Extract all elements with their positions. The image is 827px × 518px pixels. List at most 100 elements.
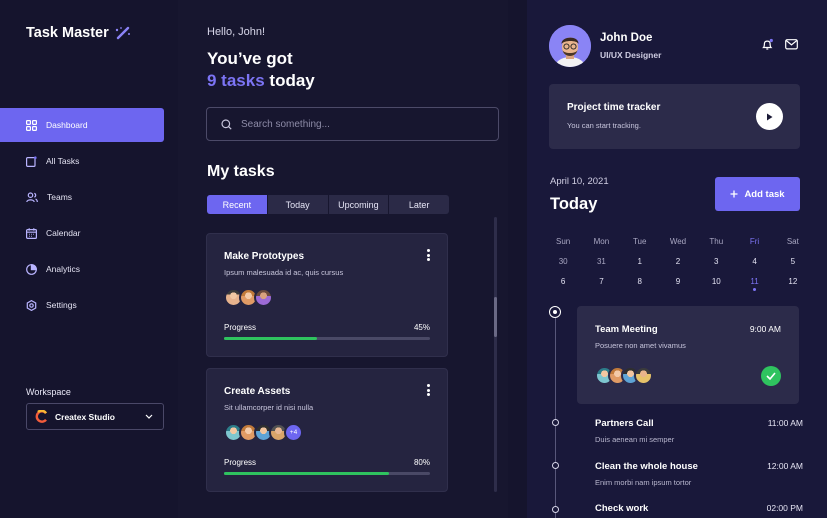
event-item[interactable]: Partners Call 11:00 AM Duis aenean mi se… <box>595 418 803 444</box>
search-bar[interactable] <box>206 107 499 141</box>
chevron-down-icon <box>145 414 153 419</box>
progress-value: 45% <box>413 323 430 332</box>
event-subtitle: Enim morbi nam ipsum tortor <box>595 478 692 487</box>
sidebar-item-calendar[interactable]: Calendar <box>0 216 164 250</box>
week-calendar: Sun Mon Tue Wed Thu Fri Sat 30 31 1 2 3 … <box>544 231 812 291</box>
app-frame: Task Master Dashboard All Tasks Teams Ca… <box>0 0 827 518</box>
done-check-icon[interactable] <box>761 366 781 386</box>
sidebar-nav: Dashboard All Tasks Teams Calendar Analy… <box>0 108 164 324</box>
task-card[interactable]: Create Assets Sit ullamcorper id nisi nu… <box>206 368 448 492</box>
task-subtitle: Ipsum malesuada id ac, quis cursus <box>224 268 344 277</box>
calendar-day-selected[interactable]: 11 <box>735 277 773 291</box>
createx-logo-icon <box>35 410 48 423</box>
workspace-select[interactable]: Createx Studio <box>26 403 164 430</box>
sidebar-item-label: Calendar <box>46 228 81 238</box>
main-panel: Hello, John! You’ve got 9 tasks today My… <box>178 0 508 518</box>
app-logo[interactable]: Task Master <box>26 25 131 41</box>
weekday-label: Wed <box>669 236 687 246</box>
sidebar-item-label: Teams <box>47 192 73 202</box>
user-name: John Doe <box>600 32 653 44</box>
calendar-day[interactable]: 10 <box>697 277 735 286</box>
more-options-icon[interactable] <box>426 384 430 396</box>
weekday-row: Sun Mon Tue Wed Thu Fri Sat <box>544 231 812 251</box>
sidebar-item-label: Settings <box>46 300 77 310</box>
event-attendees <box>595 366 653 385</box>
profile-avatar[interactable] <box>549 25 591 67</box>
scrollbar-thumb[interactable] <box>494 297 497 337</box>
headline-line1: You’ve got <box>207 49 293 68</box>
calendar-day[interactable]: 6 <box>544 277 582 286</box>
sidebar-item-settings[interactable]: Settings <box>0 288 164 322</box>
tasks-icon <box>26 155 37 167</box>
timeline-node <box>551 462 559 469</box>
task-members: +4 <box>224 423 303 442</box>
bell-icon[interactable] <box>761 38 774 51</box>
progress-bar <box>224 337 430 340</box>
sidebar-item-label: All Tasks <box>46 156 80 166</box>
sidebar-item-label: Analytics <box>46 264 81 274</box>
add-task-button[interactable]: Add task <box>715 177 800 211</box>
event-subtitle: Duis aenean mi semper <box>595 435 675 444</box>
weekday-label: Thu <box>709 236 724 246</box>
progress-bar <box>224 472 430 475</box>
tab-upcoming[interactable]: Upcoming <box>329 195 390 214</box>
event-card-highlighted[interactable]: Team Meeting 9:00 AM Posuere non amet vi… <box>577 306 799 404</box>
calendar-day[interactable]: 5 <box>774 257 812 266</box>
week-row: 30 31 1 2 3 4 5 <box>544 251 812 271</box>
weekday-label: Tue <box>632 236 647 246</box>
progress-label: Progress <box>224 458 257 467</box>
time-tracker-card: Project time tracker You can start track… <box>549 84 800 149</box>
calendar-day[interactable]: 12 <box>774 277 812 286</box>
event-time: 02:00 PM <box>766 503 803 513</box>
sidebar-item-teams[interactable]: Teams <box>0 180 164 214</box>
calendar-day[interactable]: 9 <box>659 277 697 286</box>
event-item[interactable]: Clean the whole house 12:00 AM Enim morb… <box>595 461 803 487</box>
search-input[interactable] <box>241 118 461 130</box>
calendar-day[interactable]: 2 <box>659 257 697 266</box>
event-subtitle: Posuere non amet vivamus <box>595 341 686 350</box>
today-heading: Today <box>550 195 598 213</box>
tab-today[interactable]: Today <box>268 195 329 214</box>
calendar-icon <box>26 227 37 239</box>
sidebar-item-analytics[interactable]: Analytics <box>0 252 164 286</box>
users-icon <box>26 191 38 202</box>
more-options-icon[interactable] <box>426 249 430 261</box>
tab-later[interactable]: Later <box>389 195 449 214</box>
progress-value: 80% <box>413 458 430 467</box>
calendar-day[interactable]: 30 <box>544 257 582 266</box>
more-members-badge[interactable]: +4 <box>284 423 303 442</box>
wand-icon <box>115 26 130 40</box>
progress-fill <box>224 337 317 340</box>
sidebar-item-all-tasks[interactable]: All Tasks <box>0 144 164 178</box>
sidebar-item-dashboard[interactable]: Dashboard <box>0 108 164 142</box>
tab-recent[interactable]: Recent <box>207 195 268 214</box>
task-count: 9 tasks <box>207 71 265 90</box>
progress-fill <box>224 472 389 475</box>
section-title: My tasks <box>207 163 275 180</box>
tracker-subtitle: You can start tracking. <box>567 121 641 130</box>
scrollbar[interactable] <box>494 217 497 492</box>
workspace-label: Workspace <box>26 387 71 397</box>
timeline-node <box>551 419 559 426</box>
task-card[interactable]: Make Prototypes Ipsum malesuada id ac, q… <box>206 233 448 357</box>
weekday-label: Sat <box>786 236 799 246</box>
mail-icon[interactable] <box>785 39 798 50</box>
calendar-day[interactable]: 8 <box>621 277 659 286</box>
timeline-line <box>554 312 556 518</box>
play-button[interactable] <box>756 103 783 130</box>
workspace-value: Createx Studio <box>55 411 115 422</box>
weekday-label: Sun <box>556 236 571 246</box>
task-title: Create Assets <box>224 386 291 397</box>
app-title: Task Master <box>26 25 109 41</box>
search-icon <box>221 118 232 130</box>
calendar-day[interactable]: 1 <box>621 257 659 266</box>
calendar-day[interactable]: 7 <box>582 277 620 286</box>
calendar-day[interactable]: 3 <box>697 257 735 266</box>
add-task-label: Add task <box>744 188 785 200</box>
sidebar-item-label: Dashboard <box>46 120 88 130</box>
task-tabs: Recent Today Upcoming Later <box>207 195 449 214</box>
calendar-day[interactable]: 4 <box>735 257 773 266</box>
calendar-day[interactable]: 31 <box>582 257 620 266</box>
weekday-label-selected: Fri <box>749 236 760 246</box>
event-item[interactable]: Check work 02:00 PM <box>595 503 803 514</box>
